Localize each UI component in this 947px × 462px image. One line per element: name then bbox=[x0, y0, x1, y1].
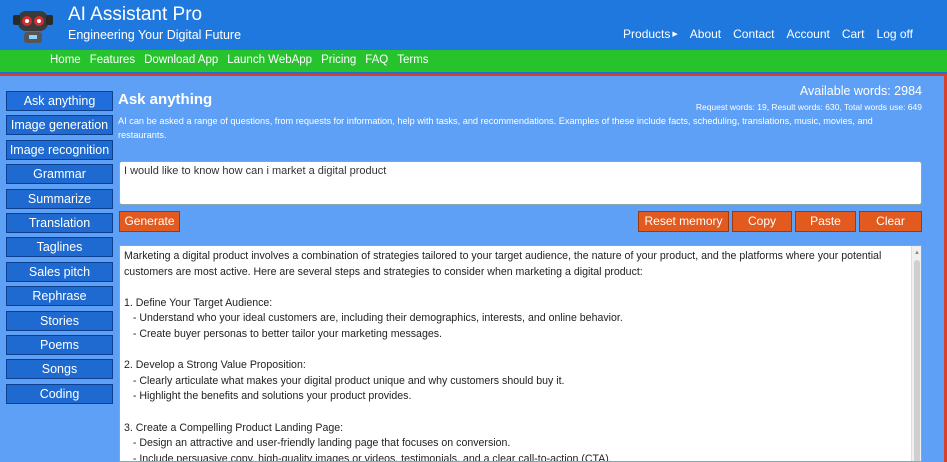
output-scrollbar[interactable]: ▲ bbox=[911, 246, 921, 461]
nav-cart[interactable]: Cart bbox=[842, 27, 865, 41]
sidebar-item-translation[interactable]: Translation bbox=[6, 212, 113, 233]
sidebar-item-image-recognition[interactable]: Image recognition bbox=[6, 139, 113, 160]
nav-logoff[interactable]: Log off bbox=[877, 27, 913, 41]
sidebar-item-rephrase[interactable]: Rephrase bbox=[6, 286, 113, 307]
sidebar-item-songs[interactable]: Songs bbox=[6, 359, 113, 380]
sidebar-item-sales-pitch[interactable]: Sales pitch bbox=[6, 261, 113, 282]
menu-terms[interactable]: Terms bbox=[397, 54, 428, 66]
scroll-up-icon[interactable]: ▲ bbox=[914, 250, 920, 256]
menu-download-app[interactable]: Download App bbox=[144, 54, 218, 66]
page-title: Ask anything bbox=[118, 91, 213, 108]
sidebar-item-grammar[interactable]: Grammar bbox=[6, 164, 113, 185]
menu-features[interactable]: Features bbox=[90, 54, 135, 66]
sidebar-item-taglines[interactable]: Taglines bbox=[6, 237, 113, 258]
sidebar: Ask anything Image generation Image reco… bbox=[6, 91, 113, 408]
copy-button[interactable]: Copy bbox=[732, 211, 792, 232]
menu-bar: Home Features Download App Launch WebApp… bbox=[0, 50, 947, 72]
app-subtitle: Engineering Your Digital Future bbox=[68, 28, 242, 42]
sidebar-item-summarize[interactable]: Summarize bbox=[6, 188, 113, 209]
sidebar-item-coding[interactable]: Coding bbox=[6, 383, 113, 404]
menu-launch-webapp[interactable]: Launch WebApp bbox=[227, 54, 312, 66]
menu-faq[interactable]: FAQ bbox=[365, 54, 388, 66]
robot-logo-icon bbox=[13, 11, 53, 43]
menu-pricing[interactable]: Pricing bbox=[321, 54, 356, 66]
page-description: AI can be asked a range of questions, fr… bbox=[118, 116, 873, 140]
reset-memory-button[interactable]: Reset memory bbox=[638, 211, 729, 232]
top-nav: Products ▶ About Contact Account Cart Log… bbox=[623, 27, 913, 41]
nav-contact[interactable]: Contact bbox=[733, 27, 774, 41]
menu-home[interactable]: Home bbox=[50, 54, 81, 66]
word-stats: Request words: 19, Result words: 630, To… bbox=[695, 102, 922, 112]
sidebar-item-ask-anything[interactable]: Ask anything bbox=[6, 91, 113, 111]
app-title: AI Assistant Pro bbox=[68, 4, 203, 25]
sidebar-item-stories[interactable]: Stories bbox=[6, 310, 113, 331]
paste-button[interactable]: Paste bbox=[795, 211, 856, 232]
sidebar-item-poems[interactable]: Poems bbox=[6, 334, 113, 355]
prompt-input[interactable] bbox=[119, 161, 922, 205]
available-words: Available words: 2984 bbox=[799, 84, 922, 98]
nav-account[interactable]: Account bbox=[786, 27, 829, 41]
sidebar-item-image-generation[interactable]: Image generation bbox=[6, 115, 113, 136]
generate-button[interactable]: Generate bbox=[119, 211, 180, 232]
caret-right-icon: ▶ bbox=[672, 31, 678, 38]
nav-products[interactable]: Products ▶ bbox=[623, 27, 678, 41]
output-box[interactable]: Marketing a digital product involves a c… bbox=[119, 245, 922, 462]
scroll-thumb[interactable] bbox=[914, 260, 920, 461]
clear-button[interactable]: Clear bbox=[859, 211, 922, 232]
header: AI Assistant Pro Engineering Your Digita… bbox=[0, 0, 947, 50]
output-text: Marketing a digital product involves a c… bbox=[124, 250, 882, 462]
nav-about[interactable]: About bbox=[690, 27, 721, 41]
